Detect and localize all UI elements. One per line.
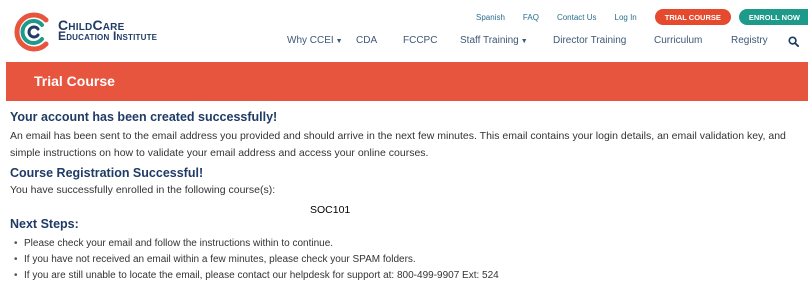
page-banner: Trial Course (6, 62, 808, 101)
nav-why-ccei[interactable]: Why CCEI ▼ (287, 35, 343, 46)
nav-cda[interactable]: CDA (356, 35, 377, 46)
chevron-down-icon: ▼ (335, 38, 343, 45)
link-log-in[interactable]: Log In (615, 13, 637, 22)
next-steps-list: Please check your email and follow the i… (10, 236, 800, 284)
nav-staff-training-label: Staff Training (460, 35, 519, 46)
utility-links: Spanish FAQ Contact Us Log In TRIAL COUR… (476, 9, 808, 25)
trial-course-button[interactable]: TRIAL COURSE (654, 9, 731, 25)
registration-heading: Course Registration Successful! (10, 166, 204, 180)
nav-director-training[interactable]: Director Training (553, 35, 626, 46)
registration-message: You have successfully enrolled in the fo… (10, 184, 276, 196)
link-contact-us[interactable]: Contact Us (557, 13, 597, 22)
list-item: If you are still unable to locate the em… (10, 268, 800, 284)
nav-curriculum[interactable]: Curriculum (654, 35, 702, 46)
link-faq[interactable]: FAQ (523, 13, 539, 22)
site-header: ChildCare Education Institute Spanish FA… (0, 0, 808, 62)
nav-why-ccei-label: Why CCEI (287, 35, 334, 46)
search-icon[interactable] (788, 36, 799, 47)
account-message: An email has been sent to the email addr… (10, 130, 786, 159)
main-nav: Why CCEI ▼ CDA FCCPC Staff Training ▼ Dire… (0, 35, 808, 51)
page-title: Trial Course (34, 73, 115, 89)
link-spanish[interactable]: Spanish (476, 13, 505, 22)
nav-staff-training[interactable]: Staff Training ▼ (460, 35, 528, 46)
chevron-down-icon: ▼ (520, 38, 528, 45)
list-item: Please check your email and follow the i… (10, 236, 800, 252)
nav-fccpc[interactable]: FCCPC (403, 35, 437, 46)
enroll-now-button[interactable]: ENROLL NOW (738, 9, 808, 25)
list-item: If you have not received an email within… (10, 252, 800, 268)
next-steps-heading: Next Steps: (10, 217, 79, 231)
course-code: SOC101 (310, 204, 351, 216)
account-heading: Your account has been created successful… (10, 110, 278, 124)
nav-registry[interactable]: Registry (731, 35, 768, 46)
main-content: Your account has been created successful… (10, 110, 800, 284)
